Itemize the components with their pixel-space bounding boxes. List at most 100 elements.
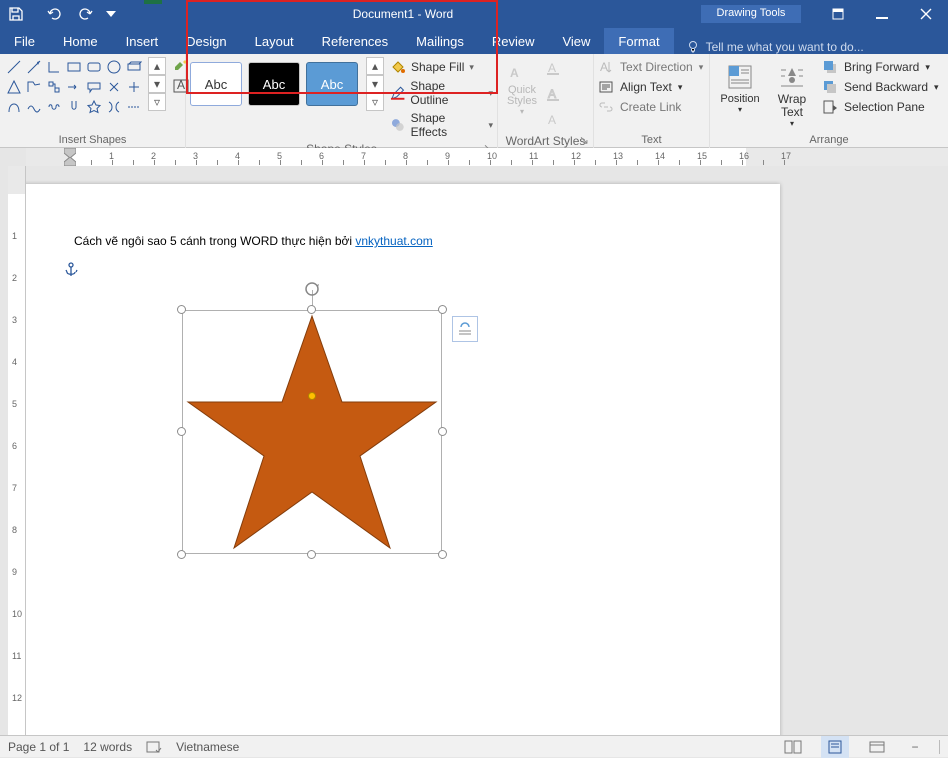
quick-styles-icon: A: [508, 57, 536, 85]
ribbon-body: ▴ ▾ ▿ A Insert Shapes Abc Abc Abc ▴ ▾ ▿: [0, 54, 948, 148]
style-swatch-1[interactable]: Abc: [190, 62, 242, 106]
text-direction-button: AText Direction▾: [598, 59, 703, 75]
svg-text:A: A: [548, 61, 556, 75]
tab-insert[interactable]: Insert: [112, 28, 173, 54]
zoom-divider: [939, 740, 940, 754]
read-mode-button[interactable]: [779, 736, 807, 758]
styles-scroll-down[interactable]: ▾: [366, 75, 384, 93]
text-outline-button: A: [542, 83, 564, 105]
styles-scroll-up[interactable]: ▴: [366, 57, 384, 75]
position-icon: [725, 62, 755, 92]
tab-review[interactable]: Review: [478, 28, 549, 54]
vertical-ruler[interactable]: 1234567891011121314: [8, 166, 26, 735]
tab-file[interactable]: File: [0, 28, 49, 54]
selection-pane-icon: [822, 99, 838, 115]
lightbulb-icon: [686, 40, 700, 54]
contextual-tab-header: Drawing Tools: [701, 5, 802, 23]
ribbon-display-button[interactable]: [816, 0, 860, 28]
svg-text:A: A: [510, 66, 519, 80]
status-words[interactable]: 12 words: [83, 740, 132, 754]
tab-home[interactable]: Home: [49, 28, 112, 54]
layout-options-button[interactable]: [452, 316, 478, 342]
align-text-icon: [598, 79, 614, 95]
web-layout-button[interactable]: [863, 736, 891, 758]
document-link[interactable]: vnkythuat.com: [355, 234, 432, 248]
position-button[interactable]: Position▾: [714, 57, 766, 114]
tab-view[interactable]: View: [548, 28, 604, 54]
shapes-scroll-down[interactable]: ▾: [148, 75, 166, 93]
group-label-wordart: WordArt Styles: [506, 134, 586, 148]
svg-text:A: A: [548, 113, 556, 127]
undo-button[interactable]: [38, 0, 70, 28]
quick-styles-button: Quick Styles: [502, 85, 542, 107]
adjustment-handle[interactable]: [308, 392, 316, 400]
resize-handle-t[interactable]: [307, 305, 316, 314]
tell-me-search[interactable]: Tell me what you want to do...: [686, 40, 864, 54]
create-link-button: Create Link: [598, 99, 703, 115]
star-shape[interactable]: [182, 310, 442, 554]
document-text[interactable]: Cách vẽ ngôi sao 5 cánh trong WORD thực …: [74, 232, 716, 250]
send-backward-button[interactable]: Send Backward ▾: [822, 79, 939, 95]
align-text-button[interactable]: Align Text▾: [598, 79, 703, 95]
link-icon: [598, 99, 614, 115]
tab-mailings[interactable]: Mailings: [402, 28, 478, 54]
resize-handle-b[interactable]: [307, 550, 316, 559]
shape-styles-gallery[interactable]: Abc Abc Abc ▴ ▾ ▿: [190, 57, 384, 111]
pen-icon: [390, 85, 405, 101]
group-label-insert-shapes: Insert Shapes: [0, 132, 185, 148]
resize-handle-tr[interactable]: [438, 305, 447, 314]
svg-text:A: A: [600, 60, 608, 74]
resize-handle-tl[interactable]: [177, 305, 186, 314]
wordart-launcher[interactable]: ↘: [577, 133, 591, 147]
status-bar: Page 1 of 1 12 words Vietnamese −: [0, 735, 948, 757]
styles-more[interactable]: ▿: [366, 93, 384, 111]
send-backward-icon: [822, 79, 838, 95]
qat-customize-button[interactable]: [102, 0, 120, 28]
wrap-text-icon: [777, 62, 807, 92]
style-swatch-3[interactable]: Abc: [306, 62, 358, 106]
shape-effects-button[interactable]: Shape Effects▾: [390, 111, 493, 139]
bring-forward-button[interactable]: Bring Forward ▾: [822, 59, 939, 75]
resize-handle-bl[interactable]: [177, 550, 186, 559]
group-label-text: Text: [594, 132, 709, 148]
print-layout-button[interactable]: [821, 736, 849, 758]
resize-handle-br[interactable]: [438, 550, 447, 559]
tab-format[interactable]: Format: [604, 28, 673, 54]
resize-handle-l[interactable]: [177, 427, 186, 436]
anchor-icon[interactable]: [64, 262, 78, 278]
qat-customize-indicator: [144, 0, 162, 4]
effects-icon: [390, 117, 406, 133]
text-direction-icon: A: [598, 59, 614, 75]
status-language[interactable]: Vietnamese: [176, 740, 239, 754]
close-button[interactable]: [904, 0, 948, 28]
page: Cách vẽ ngôi sao 5 cánh trong WORD thực …: [26, 184, 780, 735]
minimize-button[interactable]: [860, 0, 904, 28]
horizontal-ruler[interactable]: 1234567891011121314151617: [26, 148, 948, 166]
shape-fill-button[interactable]: Shape Fill▾: [390, 59, 493, 75]
tab-layout[interactable]: Layout: [241, 28, 308, 54]
paint-bucket-icon: [390, 59, 406, 75]
tab-references[interactable]: References: [308, 28, 402, 54]
tab-design[interactable]: Design: [172, 28, 240, 54]
selection-pane-button[interactable]: Selection Pane: [822, 99, 939, 115]
rotation-handle[interactable]: [303, 280, 321, 298]
document-area: 1234567891011121314151617 12345678910111…: [0, 148, 948, 735]
zoom-out-button[interactable]: −: [905, 736, 925, 758]
svg-text:A: A: [548, 87, 556, 101]
shapes-scroll-up[interactable]: ▴: [148, 57, 166, 75]
text-effects-button: A: [542, 109, 564, 131]
status-proofing-icon[interactable]: [146, 740, 162, 754]
shapes-gallery[interactable]: [4, 57, 144, 117]
shapes-more[interactable]: ▿: [148, 93, 166, 111]
shape-outline-button[interactable]: Shape Outline▾: [390, 79, 493, 107]
save-button[interactable]: [0, 0, 32, 28]
selected-shape-container[interactable]: [182, 310, 442, 554]
status-page[interactable]: Page 1 of 1: [8, 740, 69, 754]
style-swatch-2[interactable]: Abc: [248, 62, 300, 106]
bring-forward-icon: [822, 59, 838, 75]
group-label-arrange: Arrange: [710, 132, 948, 148]
wrap-text-button[interactable]: Wrap Text▾: [766, 57, 818, 128]
ribbon-tabs: File Home Insert Design Layout Reference…: [0, 28, 948, 54]
resize-handle-r[interactable]: [438, 427, 447, 436]
redo-button[interactable]: [70, 0, 102, 28]
